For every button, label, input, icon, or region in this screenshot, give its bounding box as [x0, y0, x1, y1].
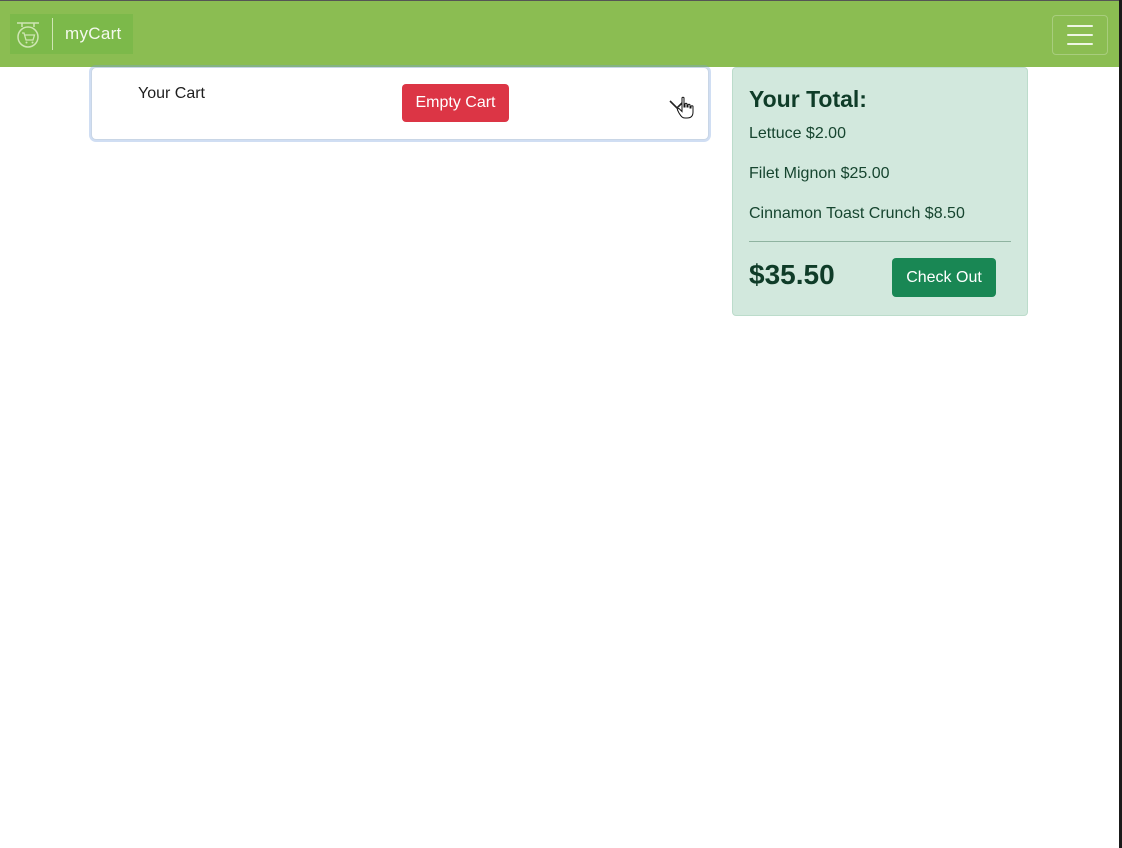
brand-divider	[52, 18, 53, 50]
total-heading: Your Total:	[749, 86, 867, 112]
line-item: Cinnamon Toast Crunch $8.50	[749, 205, 965, 222]
checkout-button[interactable]: Check Out	[892, 258, 996, 297]
hamburger-menu-button[interactable]	[1052, 15, 1108, 55]
line-item: Filet Mignon $25.00	[749, 165, 890, 182]
total-divider	[749, 241, 1011, 242]
hamburger-bar	[1067, 43, 1093, 45]
cart-title: Your Cart	[138, 85, 205, 102]
empty-cart-button[interactable]: Empty Cart	[402, 84, 509, 122]
chevron-down-icon[interactable]	[668, 96, 686, 114]
hamburger-bar	[1067, 25, 1093, 27]
line-item: Lettuce $2.00	[749, 125, 846, 142]
brand[interactable]: myCart	[10, 14, 133, 54]
total-amount: $35.50	[749, 259, 835, 290]
cart-logo-icon	[13, 19, 43, 49]
cart-accordion-header[interactable]: Your Cart Empty Cart	[91, 67, 709, 140]
brand-name: myCart	[65, 24, 122, 43]
hamburger-bar	[1067, 34, 1093, 36]
total-card: Your Total: Lettuce $2.00 Filet Mignon $…	[732, 67, 1028, 316]
navbar: myCart	[0, 1, 1119, 67]
